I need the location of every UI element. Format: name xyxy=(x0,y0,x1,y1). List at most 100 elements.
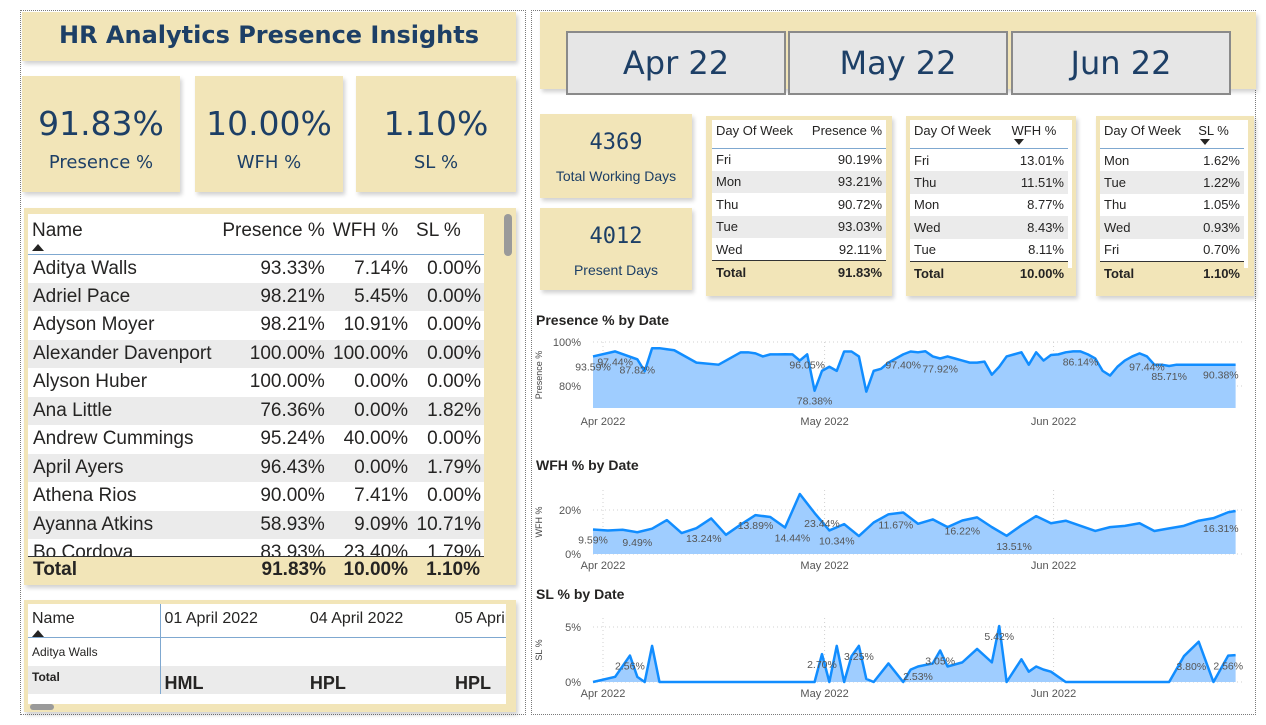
chart-title-wfh: WFH % by Date xyxy=(536,457,639,473)
dow-total-label: Total xyxy=(712,260,803,285)
sl-cell: 1.79% xyxy=(412,453,484,482)
dow-presence-col-day[interactable]: Day Of Week xyxy=(712,120,803,149)
wfh-line-chart[interactable]: WFH % 20% 0%Apr 2022 May 2022 Jun 2022 9.59% 9… xyxy=(531,478,1256,578)
presence-cell: 96.43% xyxy=(218,453,329,482)
dow-cell: 8.43% xyxy=(1007,216,1068,239)
table-row[interactable]: Bo Cordova 83.93% 23.40% 1.79% xyxy=(28,539,484,556)
employee-total-row: Total 91.83% 10.00% 1.10% xyxy=(28,556,484,582)
data-label: 97.40% xyxy=(885,359,921,371)
table-row: Tue 1.22% xyxy=(1100,171,1244,194)
y-axis-title: SL % xyxy=(534,639,544,660)
dow-cell: Thu xyxy=(910,171,1008,194)
chart-title-presence: Presence % by Date xyxy=(536,312,670,328)
x-tick-label: Jun 2022 xyxy=(1031,416,1076,428)
sort-ascending-icon xyxy=(32,630,44,637)
y-tick-label: 5% xyxy=(565,622,581,634)
data-label: 10.34% xyxy=(819,535,855,547)
emp-col-name[interactable]: Name xyxy=(28,214,218,254)
data-label: 16.31% xyxy=(1203,523,1239,535)
table-row: Fri 90.19% xyxy=(712,148,886,171)
dow-sl-col-value[interactable]: SL % xyxy=(1194,120,1244,149)
x-tick-label: May 2022 xyxy=(800,416,848,428)
x-tick-label: May 2022 xyxy=(800,560,848,572)
wfh-cell: 5.45% xyxy=(328,282,413,311)
dow-cell: Wed xyxy=(716,241,743,257)
matrix-col-name[interactable]: Name xyxy=(28,604,160,638)
dow-cell: 8.11% xyxy=(1028,242,1064,257)
dow-cell: 11.51% xyxy=(1007,171,1068,194)
dow-cell: 8.77% xyxy=(1027,197,1064,213)
table-row[interactable]: Alyson Huber 100.00% 0.00% 0.00% xyxy=(28,368,484,397)
employee-table-card: Name Presence % WFH % SL % Aditya Walls 9… xyxy=(24,208,516,585)
matrix-col-date[interactable]: 05 April 2022 xyxy=(451,604,506,638)
data-label: 3.05% xyxy=(925,656,955,668)
table-row[interactable]: Andrew Cummings 95.24% 40.00% 0.00% xyxy=(28,425,484,454)
title-card: HR Analytics Presence Insights xyxy=(22,12,516,61)
emp-col-sl[interactable]: SL % xyxy=(412,214,484,254)
dow-total-value: 91.83% xyxy=(802,260,886,285)
sl-cell: 0.00% xyxy=(427,485,481,507)
kpi-present-days-value: 4012 xyxy=(589,224,643,249)
wfh-cell: 0.00% xyxy=(328,453,413,482)
data-label: 2.56% xyxy=(1213,661,1243,673)
x-tick-label: Apr 2022 xyxy=(581,416,626,428)
kpi-wfh-value: 10.00% xyxy=(206,104,332,143)
table-row[interactable]: Ayanna Atkins 58.93% 9.09% 10.71% xyxy=(28,510,484,539)
dow-total-value: 10.00% xyxy=(1007,260,1068,285)
dow-cell: Tue xyxy=(1100,171,1195,194)
table-row[interactable]: Aditya Walls 93.33% 7.14% 0.00% xyxy=(28,254,484,283)
matrix-col-date[interactable]: 01 April 2022 xyxy=(159,604,306,638)
matrix-total-value: HPL xyxy=(455,672,491,693)
x-tick-label: Apr 2022 xyxy=(581,688,626,700)
dow-cell: 92.11% xyxy=(838,241,882,257)
emp-col-presence[interactable]: Presence % xyxy=(218,214,329,254)
matrix-total-row: Total HML HPL HPL H xyxy=(28,665,506,694)
table-total-row: Total 1.10% xyxy=(1100,260,1244,285)
table-row: Mon 8.77% xyxy=(910,194,1068,217)
employee-name-cell: Bo Cordova xyxy=(33,542,134,556)
kpi-working-days-value: 4369 xyxy=(589,130,643,155)
dow-presence-col-value[interactable]: Presence % xyxy=(802,120,886,149)
table-row[interactable]: Alexander Davenport 100.00% 100.00% 0.00% xyxy=(28,339,484,368)
presence-cell: 100.00% xyxy=(218,339,329,368)
wfh-cell: 7.14% xyxy=(354,257,409,279)
matrix-row: Aditya Walls xyxy=(28,637,506,666)
matrix-col-date[interactable]: 04 April 2022 xyxy=(306,604,451,638)
dow-cell: Mon xyxy=(914,197,940,213)
dow-total-label: Total xyxy=(1100,260,1195,285)
table-scrollbar[interactable] xyxy=(504,214,512,256)
sl-cell: 0.00% xyxy=(427,314,481,336)
sl-line-chart[interactable]: SL % 5% 0%Apr 2022 May 2022 Jun 2022 2.56% 2.7… xyxy=(531,606,1256,706)
dow-wfh-col-value[interactable]: WFH % xyxy=(1007,120,1068,149)
dow-sl-col-day[interactable]: Day Of Week xyxy=(1100,120,1195,149)
sort-descending-icon xyxy=(1013,139,1024,145)
data-label: 3.80% xyxy=(1176,661,1206,673)
table-row[interactable]: Athena Rios 90.00% 7.41% 0.00% xyxy=(28,482,484,511)
table-row: Mon 93.21% xyxy=(712,170,886,193)
kpi-wfh-label: WFH % xyxy=(236,152,302,173)
data-label: 16.22% xyxy=(945,525,981,537)
month-button-jun[interactable]: Jun 22 xyxy=(1011,31,1231,95)
table-row: Tue 8.11% xyxy=(910,239,1068,262)
table-row: Tue 93.03% xyxy=(712,215,886,238)
data-label: 2.56% xyxy=(615,661,645,673)
dow-cell: Mon xyxy=(712,170,803,193)
dow-wfh-col-day[interactable]: Day Of Week xyxy=(910,120,1008,149)
data-label: 13.24% xyxy=(686,533,722,545)
month-slicer: Apr 22 May 22 Jun 22 xyxy=(540,12,1256,95)
month-button-apr[interactable]: Apr 22 xyxy=(566,31,786,95)
kpi-sl-label: SL % xyxy=(413,152,459,173)
presence-cell: 58.93% xyxy=(218,510,329,539)
table-row[interactable]: April Ayers 96.43% 0.00% 1.79% xyxy=(28,453,484,482)
table-row[interactable]: Adyson Moyer 98.21% 10.91% 0.00% xyxy=(28,311,484,340)
matrix-scrollbar[interactable] xyxy=(30,704,54,710)
chart-title-sl: SL % by Date xyxy=(536,586,625,602)
month-button-may[interactable]: May 22 xyxy=(788,31,1008,95)
dow-cell: 93.03% xyxy=(802,215,886,238)
table-row[interactable]: Ana Little 76.36% 0.00% 1.82% xyxy=(28,396,484,425)
employee-table: Name Presence % WFH % SL % Aditya Walls 9… xyxy=(28,214,484,556)
table-row[interactable]: Adriel Pace 98.21% 5.45% 0.00% xyxy=(28,282,484,311)
x-tick-label: Jun 2022 xyxy=(1031,560,1076,572)
emp-col-wfh[interactable]: WFH % xyxy=(329,214,412,254)
presence-line-chart[interactable]: Presence % 100% 80% Apr 2022 May 2022 Jun 202… xyxy=(531,330,1256,434)
